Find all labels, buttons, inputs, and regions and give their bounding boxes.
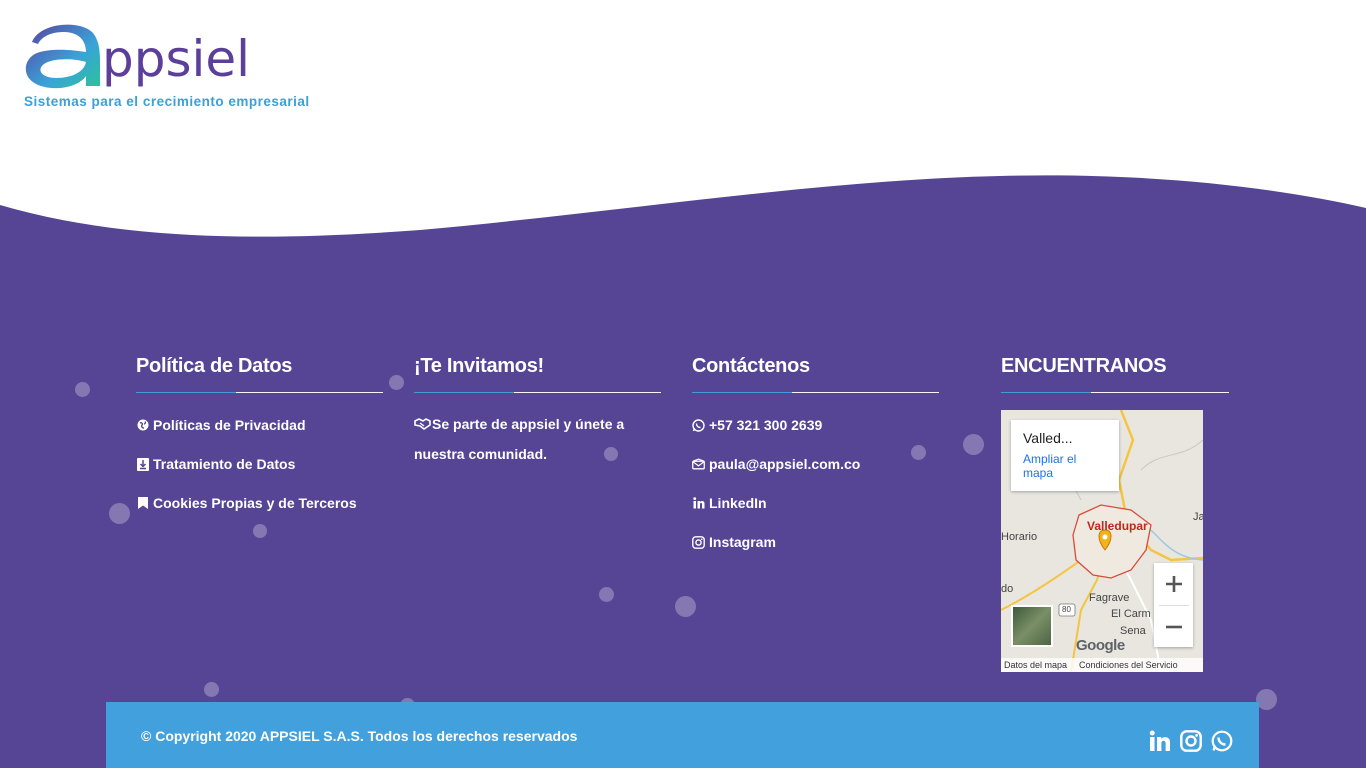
privacy-policy-label: Políticas de Privacidad (153, 417, 306, 433)
linkedin-icon (692, 497, 705, 510)
logo-text: ppsiel (102, 30, 250, 88)
decor-bubble (1256, 689, 1277, 710)
plus-icon (1165, 576, 1182, 592)
handshake-icon (414, 411, 432, 440)
minus-icon (1165, 625, 1182, 629)
map-place-label: do (1001, 583, 1014, 595)
zoom-out-button[interactable] (1154, 606, 1193, 648)
site-header: ppsiel Sistemas para el crecimiento empr… (0, 0, 1366, 160)
map-place-label: Sena (1120, 625, 1146, 637)
map-terms-link[interactable]: Condiciones del Servicio (1079, 660, 1178, 670)
logo-tagline: Sistemas para el crecimiento empresarial (24, 94, 310, 109)
decor-bubble (675, 596, 696, 617)
instagram-social-button[interactable] (1180, 730, 1204, 754)
whatsapp-icon (692, 418, 705, 432)
privacy-policy-link[interactable]: Políticas de Privacidad (136, 415, 383, 435)
email-label: paula@appsiel.com.co (709, 456, 861, 472)
decor-bubble (204, 682, 219, 697)
invite-text: Se parte de appsiel y únete a nuestra co… (414, 416, 625, 462)
instagram-icon (692, 535, 705, 549)
whatsapp-icon (1211, 730, 1233, 752)
instagram-icon (1180, 730, 1202, 752)
map-data-link[interactable]: Datos del mapa (1004, 660, 1067, 670)
enlarge-map-link[interactable]: Ampliar el mapa (1023, 452, 1103, 480)
decor-bubble (109, 503, 130, 524)
privacy-column: Política de Datos Políticas de Privacida… (136, 352, 383, 532)
phone-link[interactable]: +57 321 300 2639 (692, 415, 939, 435)
find-us-title: ENCUENTRANOS (1001, 355, 1167, 377)
map-place-label: El Carm (1111, 608, 1151, 620)
title-divider (1001, 392, 1229, 393)
decor-bubble (75, 382, 90, 397)
find-us-column: ENCUENTRANOS (1001, 352, 1229, 393)
contact-column: Contáctenos +57 321 300 2639 paula@appsi… (692, 352, 939, 571)
zoom-controls (1154, 563, 1193, 647)
satellite-toggle[interactable] (1011, 605, 1053, 647)
download-icon (136, 457, 149, 471)
phone-label: +57 321 300 2639 (709, 417, 823, 433)
copyright-text: © Copyright 2020 APPSIEL S.A.S. Todos lo… (141, 728, 578, 744)
linkedin-link[interactable]: LinkedIn (692, 493, 939, 513)
envelope-icon (692, 458, 705, 471)
instagram-link[interactable]: Instagram (692, 532, 939, 552)
title-divider (136, 392, 383, 393)
decor-bubble (599, 587, 614, 602)
cookies-link[interactable]: Cookies Propias y de Terceros (136, 493, 383, 513)
linkedin-social-button[interactable] (1149, 730, 1173, 754)
zoom-in-button[interactable] (1154, 563, 1193, 605)
map-place-label: Horario (1001, 531, 1038, 543)
map-place-name: Valled... (1023, 430, 1073, 446)
map-road-label: 80 (1062, 605, 1071, 614)
data-treatment-label: Tratamiento de Datos (153, 456, 296, 472)
map-place-label: Fagrave (1089, 592, 1130, 604)
map-attribution: Datos del mapa Condiciones del Servicio (1001, 658, 1203, 672)
bookmark-icon (136, 497, 149, 510)
invite-title: ¡Te Invitamos! (414, 355, 544, 377)
google-map[interactable]: Valledupar Horario Fagrave El Carm Sena … (1001, 410, 1203, 672)
title-divider (414, 392, 661, 393)
decor-bubble (963, 434, 984, 455)
map-place-label: Ja (1193, 511, 1203, 523)
title-divider (692, 392, 939, 393)
invite-column: ¡Te Invitamos! Se parte de appsiel y úne… (414, 352, 661, 469)
map-place-card: Valled... Ampliar el mapa (1011, 420, 1119, 491)
decor-bubble (389, 375, 404, 390)
copyright-bar: © Copyright 2020 APPSIEL S.A.S. Todos lo… (106, 702, 1259, 768)
google-logo: Google (1076, 637, 1125, 654)
linkedin-icon (1149, 730, 1170, 751)
contact-title: Contáctenos (692, 355, 810, 377)
invite-text-block: Se parte de appsiel y únete a nuestra co… (414, 410, 644, 469)
email-link[interactable]: paula@appsiel.com.co (692, 454, 939, 474)
data-treatment-link[interactable]: Tratamiento de Datos (136, 454, 383, 474)
whatsapp-social-button[interactable] (1211, 730, 1235, 754)
cookies-label: Cookies Propias y de Terceros (153, 495, 357, 511)
linkedin-label: LinkedIn (709, 495, 767, 511)
map-city-label: Valledupar (1087, 519, 1148, 533)
logo-wordmark: ppsiel (25, 24, 250, 89)
privacy-title: Política de Datos (136, 355, 293, 377)
instagram-label: Instagram (709, 534, 776, 550)
appsiel-logo[interactable]: ppsiel Sistemas para el crecimiento empr… (22, 14, 352, 114)
globe-icon (136, 419, 149, 432)
